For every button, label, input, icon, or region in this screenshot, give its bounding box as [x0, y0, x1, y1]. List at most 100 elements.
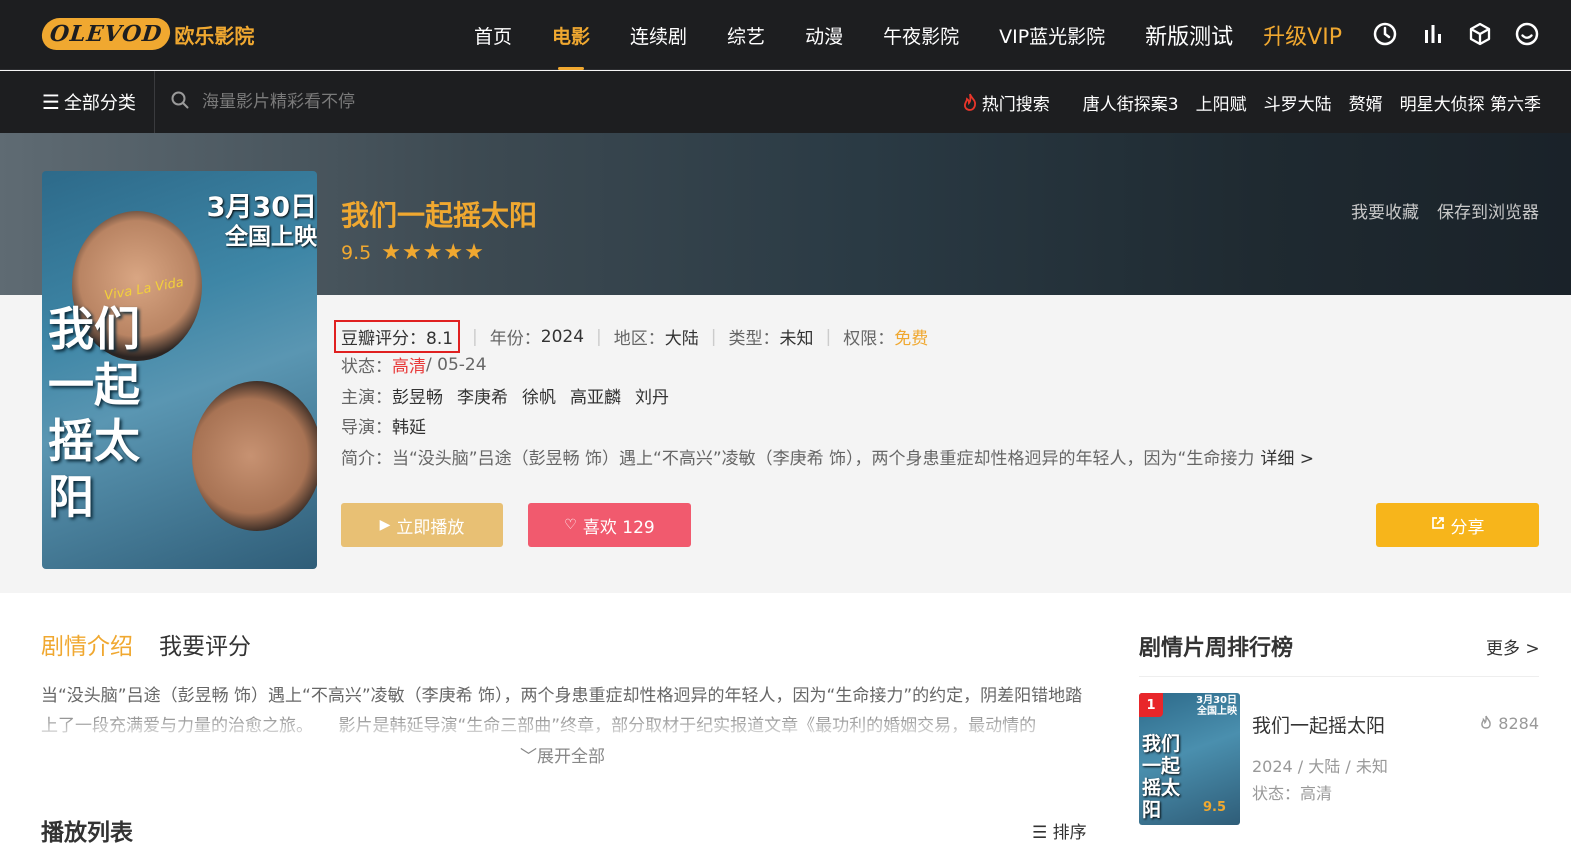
status-date: / 05-24 — [426, 354, 487, 375]
cast-member[interactable]: 刘丹 — [635, 383, 669, 408]
like-button[interactable]: ♡ 喜欢 129 — [528, 503, 691, 547]
type-value[interactable]: 未知 — [780, 324, 814, 349]
ranking-thumbnail[interactable]: 1 3月30日 全国上映 我们一起摇太阳 9.5 — [1139, 693, 1240, 825]
separator: | — [825, 326, 832, 347]
main-nav: 首页 电影 连续剧 综艺 动漫 午夜影院 VIP蓝光影院 新版测试 升级VIP — [474, 0, 1342, 70]
director-label: 导演： — [341, 418, 392, 438]
content-tabs: 剧情介绍 我要评分 — [41, 627, 277, 661]
play-button[interactable]: ▶ 立即播放 — [341, 503, 503, 547]
fire-icon — [963, 93, 976, 111]
star-rating-icon: ★★★★★ — [381, 240, 485, 265]
all-categories-label: 全部分类 — [63, 93, 136, 114]
sort-button[interactable]: ☰ 排序 — [1032, 818, 1087, 843]
cast-member[interactable]: 高亚麟 — [570, 383, 621, 408]
director-row: 导演： 韩延 — [341, 413, 426, 438]
rights-label: 权限： — [843, 329, 895, 349]
logo-text: 欧乐影院 — [174, 23, 255, 48]
search-input[interactable] — [202, 92, 462, 112]
nav-new-test[interactable]: 新版测试 — [1145, 0, 1233, 70]
poster-figure — [192, 381, 317, 531]
status-label: 状态： — [341, 357, 392, 377]
ranking-more-link[interactable]: 更多 > — [1486, 634, 1540, 659]
movie-poster[interactable]: 3月30日 全国上映 Viva La Vida 我们一起摇太阳 — [42, 171, 317, 569]
nav-midnight[interactable]: 午夜影院 — [883, 0, 959, 70]
movie-rating: 9.5 ★★★★★ — [341, 240, 485, 265]
nav-vip-bluray[interactable]: VIP蓝光影院 — [999, 0, 1105, 70]
cube-icon[interactable] — [1466, 20, 1494, 48]
heart-icon: ♡ — [564, 517, 577, 533]
douban-score: 豆瓣评分：8.1 — [334, 320, 461, 353]
hot-search: 热门搜索 唐人街探案3 上阳赋 斗罗大陆 赘婿 明星大侦探 第六季 — [962, 71, 1541, 133]
fire-icon — [1481, 715, 1492, 729]
nav-home[interactable]: 首页 — [474, 0, 512, 70]
site-logo[interactable]: OLEVOD 欧乐影院 — [40, 13, 255, 55]
expand-label: 展开全部 — [537, 747, 605, 767]
nav-movies[interactable]: 电影 — [552, 0, 590, 70]
description-fade — [41, 714, 1086, 742]
cast-member[interactable]: 徐帆 — [522, 383, 556, 408]
search-box — [170, 71, 462, 133]
separator: | — [596, 326, 602, 347]
ranking-views: 8284 — [1479, 714, 1539, 733]
all-categories-button[interactable]: ☰ 全部分类 — [42, 71, 136, 133]
save-to-browser-link[interactable]: 保存到浏览器 — [1437, 198, 1539, 223]
region-value[interactable]: 大陆 — [665, 324, 699, 349]
tab-rate[interactable]: 我要评分 — [159, 627, 251, 661]
thumb-score: 9.5 — [1202, 800, 1226, 815]
divider — [1139, 676, 1539, 677]
hot-search-item[interactable]: 上阳赋 — [1196, 90, 1247, 115]
nav-anime[interactable]: 动漫 — [805, 0, 843, 70]
cast-member[interactable]: 李庚希 — [457, 383, 508, 408]
share-button[interactable]: 分享 — [1376, 503, 1539, 547]
nav-series[interactable]: 连续剧 — [630, 0, 687, 70]
sort-label: 排序 — [1052, 823, 1087, 843]
nav-upgrade-vip[interactable]: 升级VIP — [1263, 0, 1342, 70]
tab-plot[interactable]: 剧情介绍 — [41, 627, 133, 661]
nav-variety[interactable]: 综艺 — [727, 0, 765, 70]
hot-search-item[interactable]: 赘婿 — [1349, 90, 1383, 115]
cast-label: 主演： — [341, 388, 392, 408]
hot-search-item[interactable]: 斗罗大陆 — [1264, 90, 1332, 115]
sub-navbar: ☰ 全部分类 热门搜索 唐人街探案3 上阳赋 斗罗大陆 赘婿 明星大侦探 第六季 — [0, 71, 1571, 133]
views-count: 8284 — [1498, 714, 1539, 733]
intro-detail-link[interactable]: 详细 > — [1260, 444, 1314, 469]
rank-badge: 1 — [1139, 693, 1163, 717]
share-icon — [1431, 516, 1445, 534]
play-icon: ▶ — [379, 517, 391, 533]
favorite-link[interactable]: 我要收藏 — [1351, 198, 1419, 223]
search-icon[interactable] — [170, 90, 190, 114]
ranking-title: 剧情片周排行榜 — [1139, 636, 1294, 661]
intro-text: 当“没头脑”吕途（彭昱畅 饰）遇上“不高兴”凌敏（李庚希 饰），两个身患重症却性… — [392, 449, 1255, 469]
status-quality: 高清 — [392, 357, 426, 377]
meta-row: 豆瓣评分：8.1 | 年份： 2024 | 地区： 大陆 | 类型： 未知 | 权限：… — [334, 320, 928, 353]
thumb-title: 我们一起摇太阳 — [1142, 733, 1181, 821]
expand-all-button[interactable]: ﹀展开全部 — [520, 742, 605, 767]
director-name[interactable]: 韩延 — [392, 413, 426, 438]
hot-search-item[interactable]: 唐人街探案3 — [1083, 90, 1179, 115]
menu-icon: ☰ — [42, 90, 60, 114]
smile-icon[interactable] — [1513, 20, 1541, 48]
hot-search-label: 热门搜索 — [962, 90, 1050, 115]
cast-member[interactable]: 彭昱畅 — [392, 383, 443, 408]
cast-row: 主演： 彭昱畅 李庚希 徐帆 高亚麟 刘丹 — [341, 383, 683, 408]
douban-label: 豆瓣评分： — [341, 329, 426, 349]
bar-chart-icon[interactable] — [1419, 20, 1447, 48]
douban-value: 8.1 — [426, 329, 454, 349]
poster-title: 我们一起摇太阳 — [48, 302, 140, 524]
clock-icon[interactable] — [1371, 20, 1399, 48]
share-label: 分享 — [1450, 517, 1485, 538]
ranking-item-name[interactable]: 我们一起摇太阳 — [1252, 711, 1385, 738]
hero-actions: 我要收藏 保存到浏览器 — [1333, 198, 1539, 223]
type-label: 类型： — [728, 329, 780, 349]
rating-score: 9.5 — [341, 241, 372, 264]
like-label: 喜欢 129 — [582, 517, 655, 538]
separator: | — [710, 326, 717, 347]
hot-search-item[interactable]: 明星大侦探 第六季 — [1400, 90, 1541, 115]
sort-icon: ☰ — [1032, 823, 1048, 843]
region-label: 地区： — [613, 329, 665, 349]
logo-badge: OLEVOD — [40, 18, 173, 50]
ranking-item-info: 2024 / 大陆 / 未知 — [1252, 757, 1388, 776]
playlist-title: 播放列表 — [41, 820, 133, 846]
poster-release: 全国上映 — [225, 224, 317, 250]
movie-title: 我们一起摇太阳 — [341, 199, 538, 232]
